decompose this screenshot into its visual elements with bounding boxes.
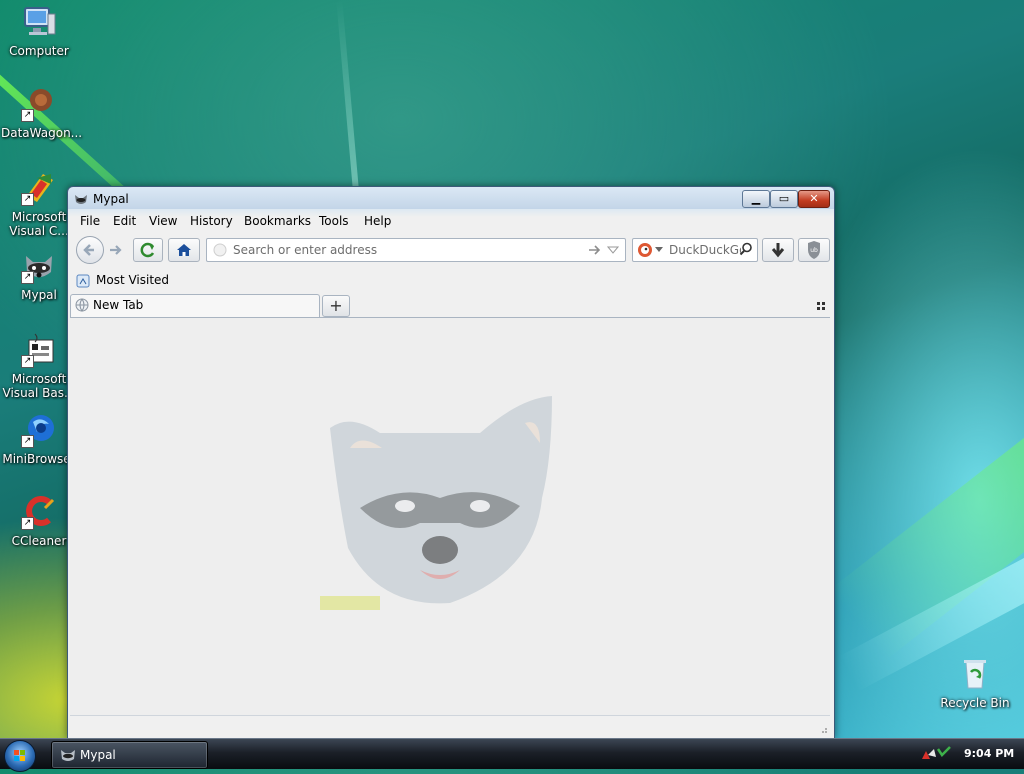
back-arrow-icon (83, 244, 94, 256)
plus-icon: + (329, 296, 343, 315)
start-button[interactable] (4, 740, 36, 772)
shortcut-arrow-icon: ↗ (21, 355, 34, 368)
title-bar[interactable]: Mypal ▁ ▭ ✕ (68, 187, 834, 211)
visual-basic-icon: ↗ (21, 332, 57, 368)
search-input[interactable] (667, 241, 743, 259)
history-dropdown-icon[interactable] (607, 245, 619, 255)
maximize-icon: ▭ (778, 192, 790, 205)
forward-button[interactable] (106, 240, 126, 260)
shortcut-arrow-icon: ↗ (21, 435, 34, 448)
wallpaper-streak (829, 429, 1024, 661)
mypal-raccoon-icon (74, 192, 88, 206)
most-visited-folder-icon (76, 274, 90, 288)
home-button[interactable] (168, 238, 200, 262)
ccleaner-icon: ↗ (21, 494, 57, 530)
engine-dropdown-icon[interactable] (655, 247, 663, 253)
list-all-tabs-button[interactable] (816, 300, 826, 310)
menu-help[interactable]: Help (364, 214, 391, 228)
system-tray (920, 745, 956, 763)
taskbar-button-mypal[interactable]: Mypal (51, 741, 208, 769)
desktop-icon-visual-basic[interactable]: ↗ Microsoft Visual Bas... (1, 332, 77, 400)
maximize-button[interactable]: ▭ (770, 190, 798, 208)
menu-file[interactable]: File (80, 214, 100, 228)
visual-c-icon: ↗ (21, 170, 57, 206)
minibrowser-icon: ↗ (21, 412, 57, 448)
globe-icon (75, 298, 89, 312)
mypal-raccoon-logo (320, 396, 552, 610)
home-icon (177, 244, 191, 256)
desktop-icon-label: Computer (9, 44, 69, 58)
reload-icon (140, 242, 155, 258)
go-arrow-icon[interactable] (587, 243, 601, 257)
desktop-icon-ccleaner[interactable]: ↗ CCleaner (1, 494, 77, 548)
desktop-icon-minibrowser[interactable]: ↗ MiniBrowser (1, 412, 77, 466)
minimize-button[interactable]: ▁ (742, 190, 770, 208)
navigation-toolbar: ub (72, 235, 830, 265)
datawagon-icon: ↗ (21, 86, 57, 122)
downloads-button[interactable] (762, 238, 794, 262)
page-content[interactable] (70, 318, 830, 715)
desktop-icon-mypal[interactable]: ↗ Mypal (1, 248, 77, 302)
desktop-icon-label: CCleaner (11, 534, 67, 548)
back-button[interactable] (76, 236, 104, 264)
menu-history[interactable]: History (190, 214, 233, 228)
menu-bookmarks[interactable]: Bookmarks (244, 214, 311, 228)
bookmark-most-visited[interactable]: Most Visited (76, 273, 176, 289)
clock[interactable]: 9:04 PM (964, 747, 1014, 760)
ublock-button[interactable]: ub (798, 238, 830, 262)
address-bar[interactable] (206, 238, 626, 262)
tab-strip: New Tab + (70, 293, 830, 318)
close-button[interactable]: ✕ (798, 190, 830, 208)
desktop-icon-label: Microsoft Visual C... (9, 210, 69, 238)
window-title: Mypal (93, 192, 129, 206)
ublock-shield-icon: ub (808, 241, 820, 259)
menu-tools[interactable]: Tools (319, 214, 349, 228)
computer-icon (21, 4, 57, 40)
desktop-icon-visual-c[interactable]: ↗ Microsoft Visual C... (1, 170, 77, 238)
menu-view[interactable]: View (149, 214, 177, 228)
desktop-icon-label: Recycle Bin (940, 696, 1010, 710)
desktop-icon-label: MiniBrowser (2, 452, 76, 466)
shortcut-arrow-icon: ↗ (21, 109, 34, 122)
tab-label: New Tab (93, 298, 144, 312)
minimize-icon: ▁ (751, 192, 761, 205)
desktop-icon-recycle-bin[interactable]: Recycle Bin (937, 656, 1013, 710)
search-icon[interactable] (739, 242, 753, 256)
grid-icon (817, 302, 825, 310)
close-icon: ✕ (809, 192, 819, 205)
status-bar (70, 715, 830, 736)
tray-icons[interactable] (920, 745, 956, 763)
desktop-icon-computer[interactable]: Computer (1, 4, 77, 58)
duckduckgo-icon[interactable] (637, 242, 653, 258)
address-input[interactable] (231, 241, 565, 259)
search-bar[interactable] (632, 238, 758, 262)
wallpaper-streak (336, 0, 360, 200)
mypal-raccoon-icon (61, 750, 75, 761)
bookmark-label: Most Visited (96, 273, 170, 287)
shortcut-arrow-icon: ↗ (21, 271, 34, 284)
recycle-bin-icon (957, 656, 993, 692)
desktop-icon-label: Microsoft Visual Bas... (2, 372, 76, 400)
taskbar-button-label: Mypal (80, 748, 116, 762)
menu-edit[interactable]: Edit (113, 214, 136, 228)
svg-text:ub: ub (810, 247, 818, 254)
shortcut-arrow-icon: ↗ (21, 517, 34, 530)
desktop-icon-datawagon[interactable]: ↗ DataWagon... (1, 86, 83, 140)
resize-grip-icon[interactable] (818, 724, 828, 734)
shortcut-arrow-icon: ↗ (21, 193, 34, 206)
download-arrow-icon (771, 243, 785, 258)
desktop-icon-label: Mypal (21, 288, 57, 302)
windows-logo-icon (14, 750, 25, 761)
taskbar: Mypal 9:04 PM (0, 738, 1024, 772)
new-tab-button[interactable]: + (322, 295, 350, 317)
desktop-icon-label: DataWagon... (1, 126, 83, 140)
mypal-raccoon-icon: ↗ (21, 248, 57, 284)
tab-new-tab[interactable]: New Tab (70, 294, 320, 317)
browser-window[interactable]: Mypal ▁ ▭ ✕ File Edit View History Bookm… (67, 186, 835, 739)
site-identity-icon (213, 243, 227, 257)
reload-button[interactable] (133, 238, 163, 262)
forward-arrow-icon (110, 245, 122, 255)
